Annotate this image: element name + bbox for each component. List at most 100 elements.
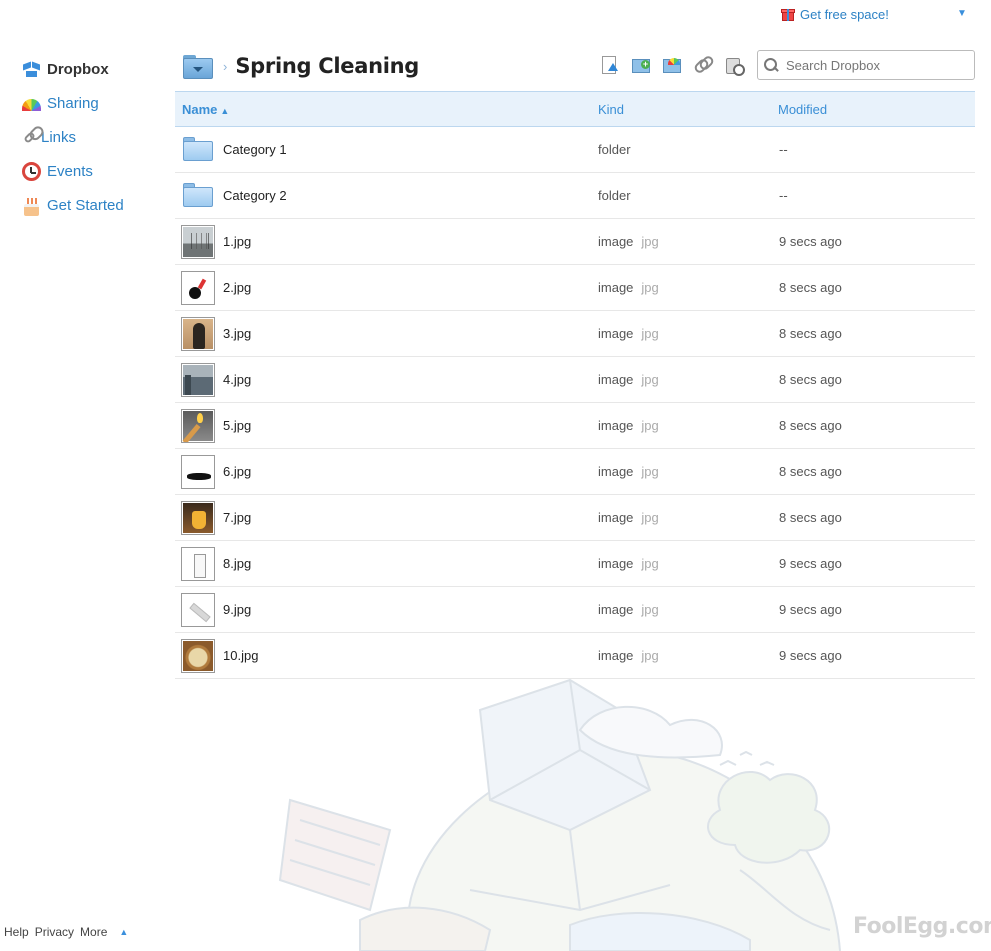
sidebar-item-dropbox[interactable]: Dropbox — [22, 52, 162, 86]
image-thumbnail — [181, 639, 215, 673]
file-kind: image jpg — [598, 510, 659, 525]
file-kind-label: image — [598, 326, 634, 341]
file-kind: image jpg — [598, 280, 659, 295]
file-name[interactable]: 10.jpg — [223, 648, 258, 663]
search-input[interactable] — [786, 57, 966, 73]
image-thumbnail — [181, 363, 215, 397]
file-name[interactable]: Category 2 — [223, 188, 287, 203]
share-folder-icon[interactable] — [662, 55, 681, 74]
file-kind-label: image — [598, 602, 634, 617]
file-name[interactable]: Category 1 — [223, 142, 287, 157]
new-folder-icon[interactable] — [631, 55, 650, 74]
upload-icon[interactable] — [600, 55, 619, 74]
sidebar-item-events[interactable]: Events — [22, 154, 162, 188]
file-name[interactable]: 3.jpg — [223, 326, 251, 341]
file-extension: jpg — [641, 418, 659, 433]
image-thumbnail — [181, 593, 215, 627]
table-row[interactable]: 10.jpg image jpg 9 secs ago — [175, 633, 975, 679]
table-row[interactable]: 9.jpg image jpg 9 secs ago — [175, 587, 975, 633]
file-modified: 8 secs ago — [779, 326, 842, 341]
file-kind: image jpg — [598, 418, 659, 433]
sort-ascending-icon: ▲ — [220, 105, 230, 116]
file-modified: 9 secs ago — [779, 602, 842, 617]
file-kind-label: image — [598, 556, 634, 571]
breadcrumb-separator: › — [223, 58, 228, 74]
sidebar-item-label: Dropbox — [47, 60, 109, 78]
file-extension: jpg — [641, 648, 659, 663]
sidebar-item-label: Events — [47, 162, 93, 180]
table-row[interactable]: 7.jpg image jpg 8 secs ago — [175, 495, 975, 541]
file-modified: 8 secs ago — [779, 280, 842, 295]
file-kind: image jpg — [598, 234, 659, 249]
file-name[interactable]: 7.jpg — [223, 510, 251, 525]
cake-icon — [22, 196, 41, 216]
sidebar-item-sharing[interactable]: Sharing — [22, 86, 162, 120]
file-kind: folder — [598, 188, 631, 203]
folder-menu-button[interactable] — [183, 53, 213, 79]
footer-help-link[interactable]: Help — [4, 925, 29, 939]
file-kind: folder — [598, 142, 631, 157]
table-row[interactable]: 3.jpg image jpg 8 secs ago — [175, 311, 975, 357]
link-icon — [23, 130, 36, 144]
table-row[interactable]: Category 1 folder -- — [175, 127, 975, 173]
background-illustration — [278, 678, 841, 951]
file-kind-label: image — [598, 648, 634, 663]
file-extension: jpg — [641, 602, 659, 617]
get-free-space-label[interactable]: Get free space! — [800, 7, 889, 22]
file-name[interactable]: 6.jpg — [223, 464, 251, 479]
table-row[interactable]: Category 2 folder -- — [175, 173, 975, 219]
triangle-up-icon[interactable]: ▲ — [119, 927, 128, 937]
file-modified: -- — [779, 188, 788, 203]
file-name[interactable]: 5.jpg — [223, 418, 251, 433]
file-name[interactable]: 1.jpg — [223, 234, 251, 249]
get-link-icon[interactable] — [693, 55, 712, 74]
search-icon — [764, 58, 778, 72]
dropbox-icon — [22, 60, 41, 79]
table-row[interactable]: 8.jpg image jpg 9 secs ago — [175, 541, 975, 587]
file-kind: image jpg — [598, 556, 659, 571]
file-modified: -- — [779, 142, 788, 157]
chevron-down-icon — [193, 67, 203, 72]
table-row[interactable]: 2.jpg image jpg 8 secs ago — [175, 265, 975, 311]
image-thumbnail — [181, 547, 215, 581]
file-modified: 8 secs ago — [779, 464, 842, 479]
file-modified: 9 secs ago — [779, 234, 842, 249]
file-name[interactable]: 2.jpg — [223, 280, 251, 295]
account-menu-triangle-down-icon[interactable]: ▼ — [957, 8, 967, 19]
table-row[interactable]: 1.jpg image jpg 9 secs ago — [175, 219, 975, 265]
column-header-kind[interactable]: Kind — [598, 102, 624, 117]
file-name[interactable]: 9.jpg — [223, 602, 251, 617]
sidebar-item-links[interactable]: Links — [22, 120, 162, 154]
file-kind: image jpg — [598, 648, 659, 663]
file-name[interactable]: 4.jpg — [223, 372, 251, 387]
get-free-space-link[interactable]: Get free space! — [780, 6, 889, 22]
file-kind-label: image — [598, 280, 634, 295]
rainbow-icon — [22, 99, 41, 111]
table-row[interactable]: 4.jpg image jpg 8 secs ago — [175, 357, 975, 403]
file-name[interactable]: 8.jpg — [223, 556, 251, 571]
file-kind: image jpg — [598, 602, 659, 617]
column-header-modified[interactable]: Modified — [778, 102, 827, 117]
file-extension: jpg — [641, 234, 659, 249]
file-extension: jpg — [641, 280, 659, 295]
sidebar-item-label: Links — [41, 128, 77, 146]
file-extension: jpg — [641, 372, 659, 387]
table-row[interactable]: 6.jpg image jpg 8 secs ago — [175, 449, 975, 495]
image-thumbnail — [181, 501, 215, 535]
footer-privacy-link[interactable]: Privacy — [35, 925, 74, 939]
file-extension: jpg — [641, 464, 659, 479]
table-row[interactable]: 5.jpg image jpg 8 secs ago — [175, 403, 975, 449]
column-header-name[interactable]: Name ▲ — [182, 102, 229, 117]
sidebar-item-get-started[interactable]: Get Started — [22, 188, 162, 222]
file-kind-label: folder — [598, 188, 631, 203]
search-box[interactable] — [757, 50, 975, 80]
show-deleted-icon[interactable] — [724, 55, 745, 76]
file-extension: jpg — [641, 510, 659, 525]
image-thumbnail — [181, 409, 215, 443]
folder-icon — [181, 179, 215, 213]
file-modified: 8 secs ago — [779, 372, 842, 387]
table-body: Category 1 folder -- Category 2 folder -- 1.jp… — [175, 127, 975, 679]
footer-more-link[interactable]: More — [80, 925, 107, 939]
watermark: FoolEgg.com — [853, 914, 991, 939]
image-thumbnail — [181, 271, 215, 305]
